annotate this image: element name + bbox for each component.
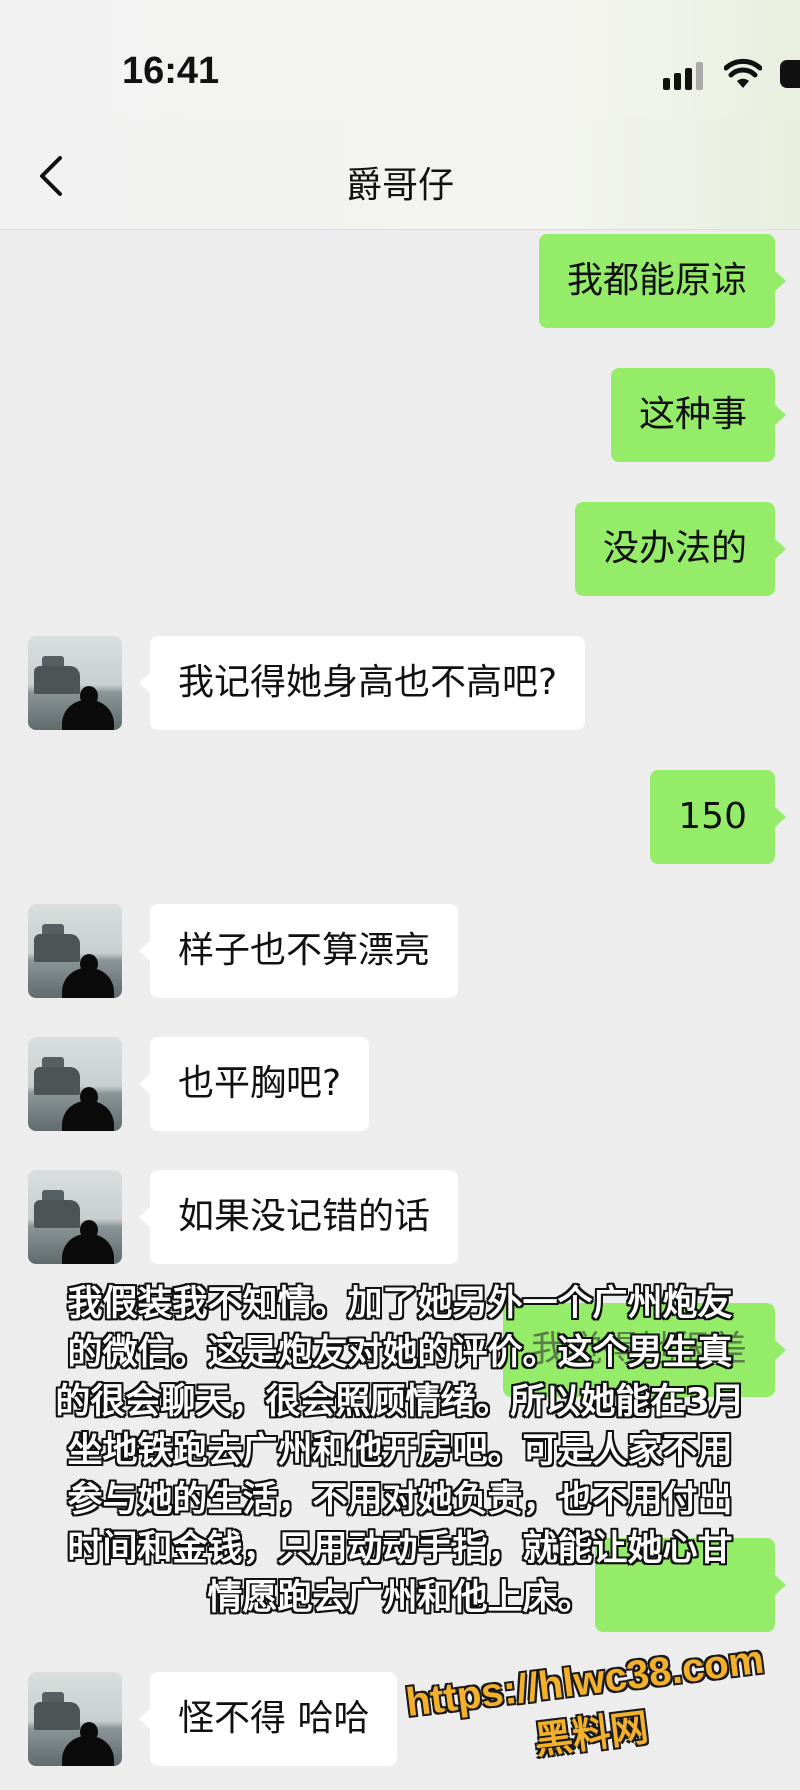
avatar[interactable] [28,1037,122,1131]
message-bubble-incoming[interactable]: 也平胸吧? [138,1037,370,1131]
caption-line: 参与她的生活，不用对她负责，也不用付出 [67,1480,733,1520]
message-bubble-outgoing[interactable]: 这种事 [610,368,787,462]
message-row-outgoing: 我都能原谅 [475,234,787,328]
wifi-icon [724,58,762,88]
caption-line: 坐地铁跑去广州和他开房吧。可是人家不用 [67,1431,733,1471]
chat-title: 爵哥仔 [345,165,454,206]
avatar[interactable] [28,1170,122,1264]
message-row-incoming: 样子也不算漂亮 [138,904,750,998]
message-row-incoming: 我记得她身高也不高吧? [138,636,750,730]
message-row-outgoing: 150 [475,770,786,864]
caption-line: 情愿跑去广州和他上床。 [207,1578,593,1618]
message-bubble-outgoing[interactable]: 150 [650,770,786,864]
caption-line: 的很会聊天，很会照顾情绪。所以她能在3月 [55,1382,745,1422]
message-bubble-outgoing[interactable]: 我都能原谅 [538,234,787,328]
message-row-incoming: 如果没记错的话 [138,1170,750,1264]
caption-line: 时间和金钱，只用动动手指，就能让她心甘 [67,1529,733,1569]
avatar[interactable] [28,904,122,998]
caption-line: 我假装我不知情。加了她另外一个广州炮友 [67,1284,733,1324]
avatar[interactable] [28,1672,122,1766]
message-bubble-incoming[interactable]: 怪不得 哈哈 [138,1672,398,1766]
message-row-incoming: 也平胸吧? [138,1037,750,1131]
message-bubble-incoming[interactable]: 样子也不算漂亮 [138,904,459,998]
avatar[interactable] [28,636,122,730]
message-bubble-incoming[interactable]: 我记得她身高也不高吧? [138,636,586,730]
battery-icon [780,60,800,88]
chat-header: 爵哥仔 [0,118,800,230]
message-row-outgoing: 这种事 [475,368,787,462]
caption-line: 的微信。这是炮友对她的评价。这个男生真 [67,1333,733,1373]
status-time: 16:41 [122,50,220,92]
cellular-signal-icon [663,62,703,90]
message-row-outgoing: 没办法的 [475,502,787,596]
message-bubble-outgoing[interactable]: 没办法的 [574,502,787,596]
watermark: https://hlwc38.com 黑料网 [383,1631,796,1790]
message-bubble-incoming[interactable]: 如果没记错的话 [138,1170,459,1264]
overlay-caption: 我假装我不知情。加了她另外一个广州炮友 的微信。这是炮友对她的评价。这个男生真 … [40,1280,760,1623]
